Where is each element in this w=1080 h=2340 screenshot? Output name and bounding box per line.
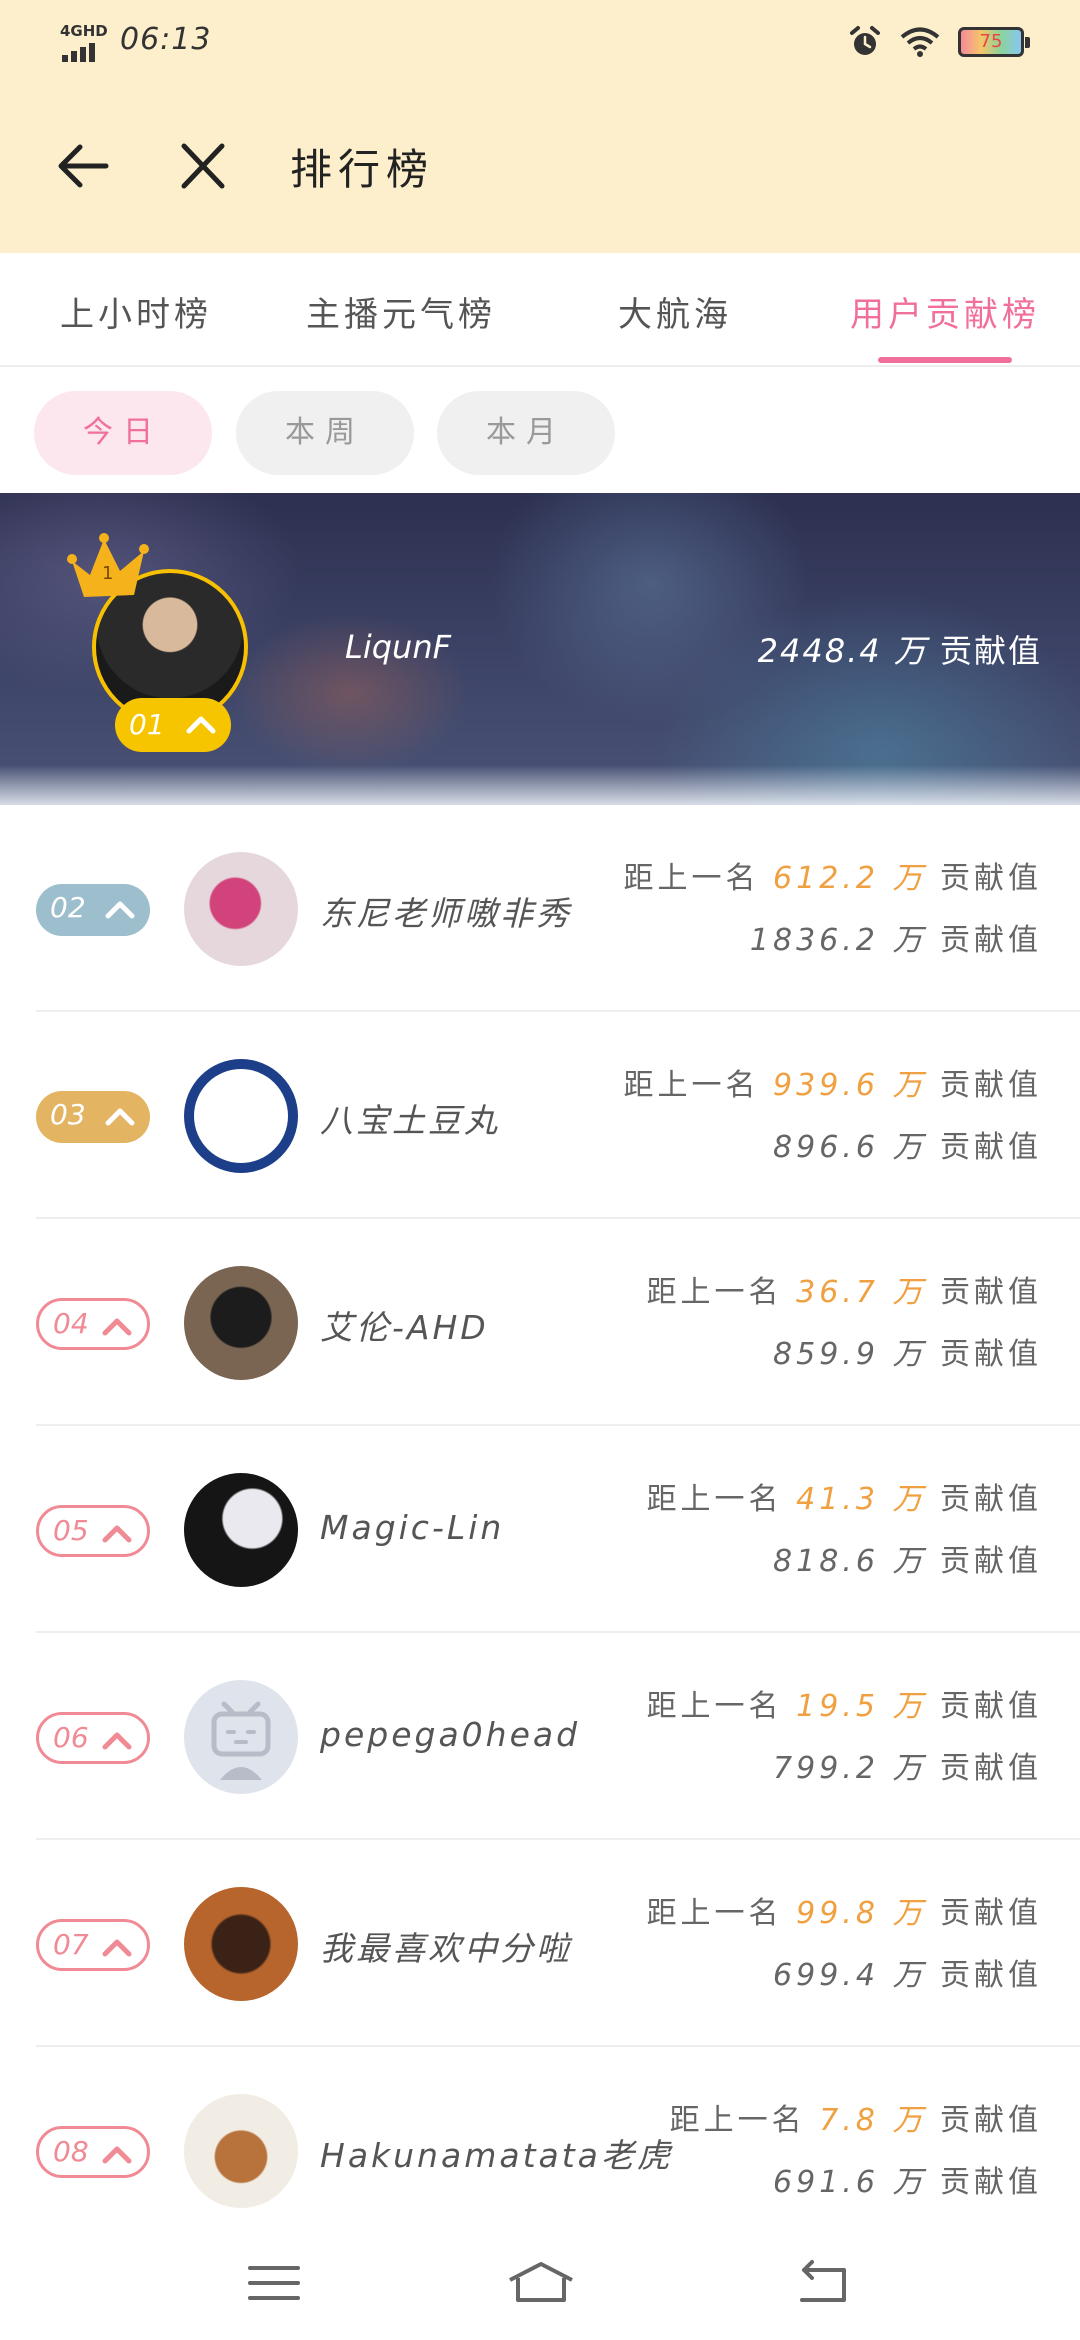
return-icon[interactable]: [794, 2258, 854, 2308]
status-bar: 4GHD 06:13 75: [0, 0, 1080, 84]
rank-up-icon: [102, 1318, 132, 1336]
network-type: 4GHD: [60, 22, 108, 40]
signal-icon: 4GHD: [60, 22, 108, 62]
rank-up-icon: [105, 901, 135, 919]
list-item[interactable]: 08 Hakunamatata老虎 距上一名 7.8 万 贡献值 691.6 万…: [0, 2047, 1080, 2254]
filter-today[interactable]: 今日: [34, 391, 212, 475]
list-item[interactable]: 05 Magic-Lin 距上一名 41.3 万 贡献值 818.6 万 贡献值: [0, 1426, 1080, 1633]
ranking-list: 02 东尼老师嗷非秀 距上一名 612.2 万 贡献值 1836.2 万 贡献值…: [0, 805, 1080, 2254]
status-time: 06:13: [120, 22, 212, 57]
contribution-score: 799.2 万 贡献值: [773, 1751, 1042, 1786]
gap-to-previous: 距上一名 99.8 万 贡献值: [646, 1896, 1042, 1931]
avatar[interactable]: [184, 852, 298, 966]
menu-icon[interactable]: [244, 2258, 304, 2308]
list-item[interactable]: 02 东尼老师嗷非秀 距上一名 612.2 万 贡献值 1836.2 万 贡献值: [0, 805, 1080, 1012]
contribution-score: 896.6 万 贡献值: [773, 1130, 1042, 1165]
wifi-icon: [900, 27, 940, 57]
alarm-icon: [850, 26, 880, 55]
svg-text:1: 1: [102, 563, 113, 584]
home-icon[interactable]: [506, 2258, 576, 2308]
default-avatar-icon: [211, 1701, 271, 1780]
rank-up-icon: [102, 1732, 132, 1750]
gap-to-previous: 距上一名 41.3 万 贡献值: [646, 1482, 1042, 1517]
avatar[interactable]: [184, 1266, 298, 1380]
tab-indicator: [878, 357, 1012, 363]
user-name[interactable]: LiqunF: [345, 628, 451, 666]
contribution-score: 699.4 万 贡献值: [773, 1958, 1042, 1993]
gap-to-previous: 距上一名 612.2 万 贡献值: [623, 861, 1042, 896]
contribution-score: 2448.4 万 贡献值: [757, 632, 1042, 670]
rank-up-icon: [186, 716, 216, 734]
tab-hourly[interactable]: 上小时榜: [60, 287, 212, 336]
gap-to-previous: 距上一名 939.6 万 贡献值: [623, 1068, 1042, 1103]
app-bar: 排行榜: [0, 84, 1080, 253]
contribution-score: 1836.2 万 贡献值: [749, 923, 1042, 958]
user-name[interactable]: pepega0head: [320, 1715, 580, 1754]
list-item[interactable]: 06 pepega0head 距上一名 19.5 万 贡献值 799.2 万 贡…: [0, 1633, 1080, 1840]
rank-badge: 03: [36, 1091, 150, 1143]
tab-voyage[interactable]: 大航海: [618, 287, 732, 336]
avatar[interactable]: [184, 1680, 298, 1794]
contribution-score: 818.6 万 贡献值: [773, 1544, 1042, 1579]
ranking-tabs: 上小时榜 主播元气榜 大航海 用户贡献榜: [0, 253, 1080, 367]
rank-badge: 01: [115, 698, 231, 752]
rank-badge: 06: [36, 1712, 150, 1764]
back-arrow-icon[interactable]: [56, 136, 110, 196]
rank-badge: 02: [36, 884, 150, 936]
avatar[interactable]: [184, 1473, 298, 1587]
period-filters: 今日 本周 本月: [0, 367, 1080, 493]
list-item[interactable]: 07 我最喜欢中分啦 距上一名 99.8 万 贡献值 699.4 万 贡献值: [0, 1840, 1080, 2047]
contribution-score: 691.6 万 贡献值: [773, 2165, 1042, 2200]
user-name[interactable]: 我最喜欢中分啦: [320, 1922, 572, 1970]
avatar[interactable]: [184, 1887, 298, 2001]
user-name[interactable]: Hakunamatata老虎: [320, 2129, 673, 2177]
rank-up-icon: [102, 1525, 132, 1543]
contribution-score: 859.9 万 贡献值: [773, 1337, 1042, 1372]
rank-up-icon: [102, 2146, 132, 2164]
gap-to-previous: 距上一名 36.7 万 贡献值: [646, 1275, 1042, 1310]
list-item[interactable]: 04 艾伦-AHD 距上一名 36.7 万 贡献值 859.9 万 贡献值: [0, 1219, 1080, 1426]
battery-icon: 75: [958, 27, 1030, 57]
system-nav-bar: [0, 2226, 1080, 2340]
top1-banner[interactable]: 1 01 LiqunF 2448.4 万 贡献值: [0, 493, 1080, 805]
close-icon[interactable]: [176, 136, 230, 196]
header: 4GHD 06:13 75 排行榜: [0, 0, 1080, 253]
user-name[interactable]: 艾伦-AHD: [320, 1301, 489, 1349]
page-title: 排行榜: [290, 145, 435, 194]
avatar[interactable]: [184, 2094, 298, 2208]
rank-badge: 05: [36, 1505, 150, 1557]
gap-to-previous: 距上一名 19.5 万 贡献值: [646, 1689, 1042, 1724]
gap-to-previous: 距上一名 7.8 万 贡献值: [669, 2103, 1042, 2138]
crown-icon: 1: [67, 533, 149, 597]
filter-month[interactable]: 本月: [437, 391, 615, 475]
user-name[interactable]: Magic-Lin: [320, 1508, 504, 1547]
rank-up-icon: [102, 1939, 132, 1957]
tab-streamer[interactable]: 主播元气榜: [306, 287, 496, 336]
rank-badge: 04: [36, 1298, 150, 1350]
user-name[interactable]: 八宝土豆丸: [320, 1094, 500, 1142]
rank-up-icon: [105, 1108, 135, 1126]
rank-badge: 07: [36, 1919, 150, 1971]
avatar[interactable]: [184, 1059, 298, 1173]
user-name[interactable]: 东尼老师嗷非秀: [320, 887, 572, 935]
rank-badge: 08: [36, 2126, 150, 2178]
tab-user-contribution[interactable]: 用户贡献榜: [850, 287, 1040, 336]
filter-week[interactable]: 本周: [236, 391, 414, 475]
list-item[interactable]: 03 八宝土豆丸 距上一名 939.6 万 贡献值 896.6 万 贡献值: [0, 1012, 1080, 1219]
